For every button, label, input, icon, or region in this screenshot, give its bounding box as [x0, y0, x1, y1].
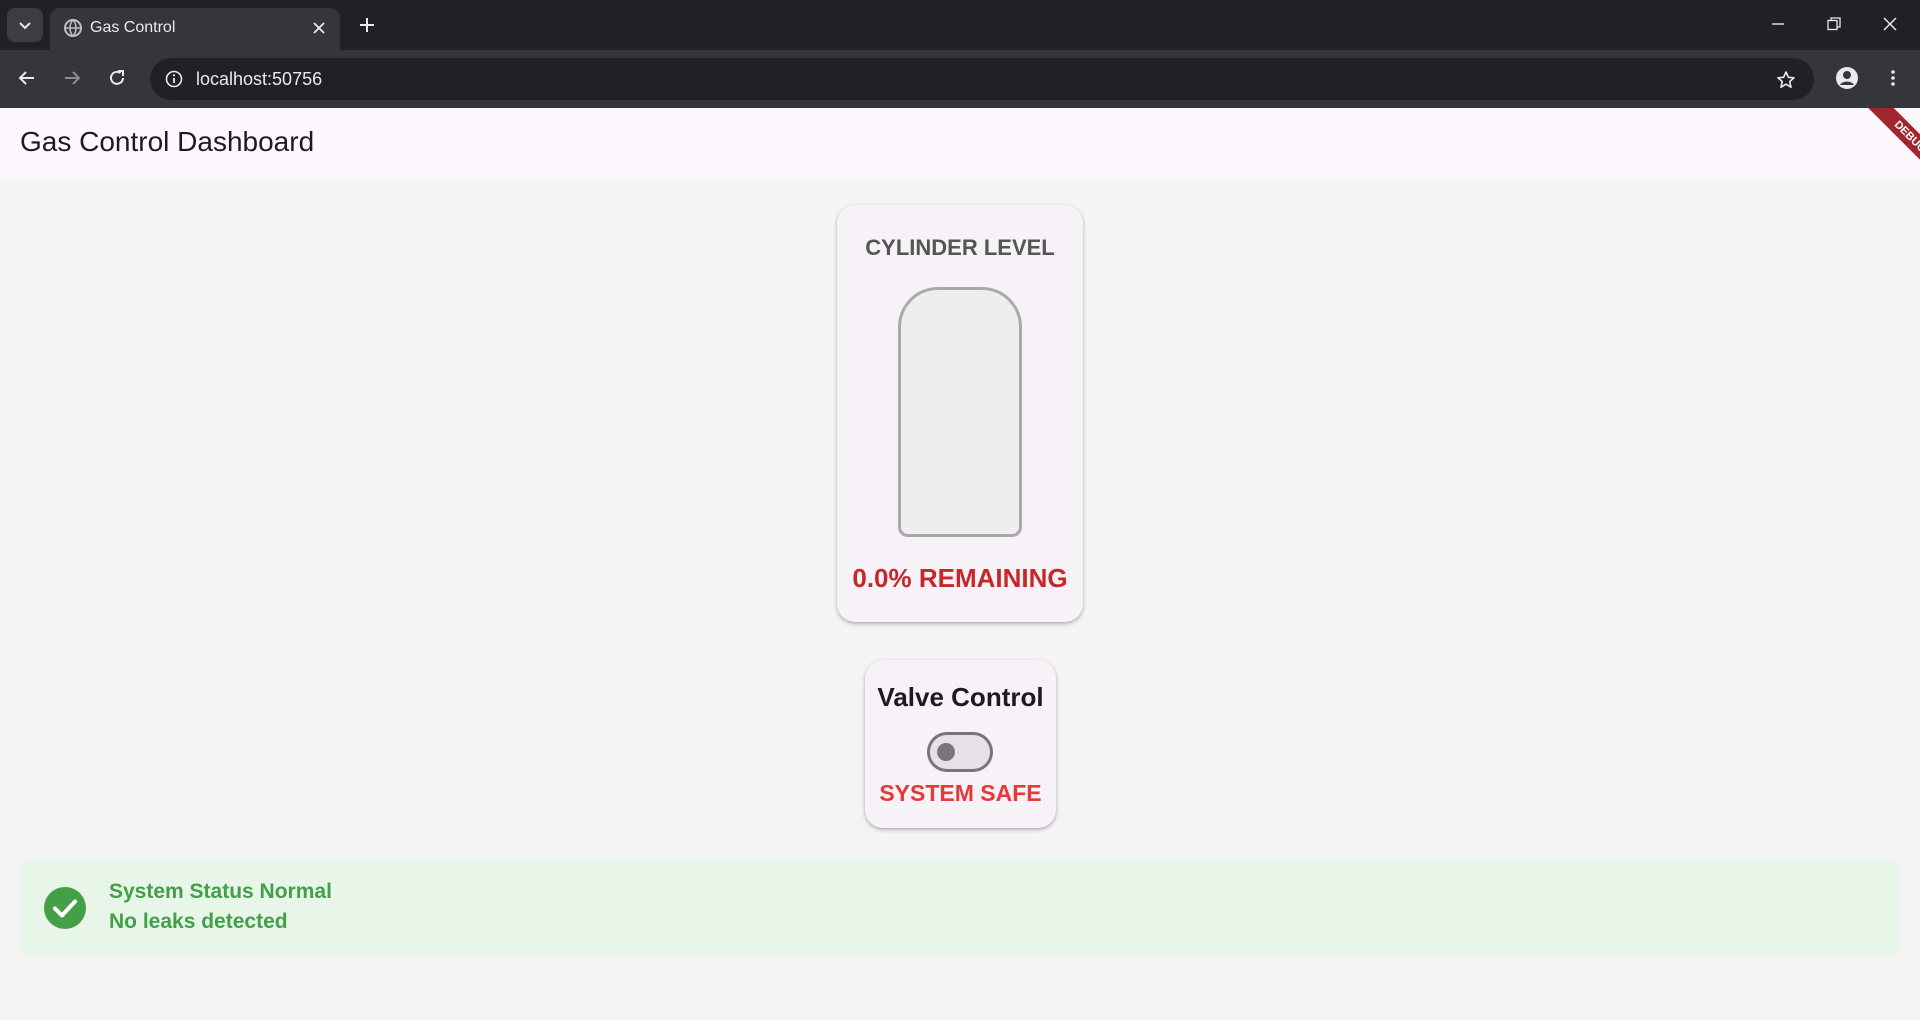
menu-button[interactable]: [1875, 60, 1911, 96]
globe-icon: [64, 19, 82, 37]
check-circle-icon: [44, 887, 86, 929]
debug-banner: DEBUG: [1840, 108, 1920, 188]
switch-thumb: [937, 743, 955, 761]
cylinder-gauge: [898, 287, 1022, 537]
tab-close-button[interactable]: [306, 15, 332, 41]
system-status-banner: System Status Normal No leaks detected: [20, 860, 1900, 956]
valve-toggle-switch[interactable]: [927, 732, 993, 772]
restore-icon: [1827, 17, 1841, 31]
cylinder-remaining-text: 0.0% REMAINING: [852, 563, 1068, 593]
new-tab-button[interactable]: [352, 10, 382, 40]
close-window-button[interactable]: [1864, 4, 1916, 44]
arrow-left-icon: [18, 71, 34, 85]
chevron-down-icon: [19, 22, 31, 30]
minimize-button[interactable]: [1752, 4, 1804, 44]
minimize-icon: [1772, 23, 1784, 25]
star-icon: [1777, 71, 1795, 88]
close-icon: [1883, 17, 1897, 31]
restore-button[interactable]: [1808, 4, 1860, 44]
tab-search-button[interactable]: [7, 8, 43, 42]
back-button[interactable]: [9, 60, 45, 96]
site-info-button[interactable]: [158, 63, 190, 95]
reload-button[interactable]: [99, 60, 135, 96]
cylinder-title: CYLINDER LEVEL: [865, 235, 1055, 260]
browser-tab[interactable]: Gas Control: [50, 8, 340, 50]
address-bar[interactable]: localhost:50756: [150, 58, 1814, 100]
arrow-right-icon: [65, 71, 81, 85]
valve-status-text: SYSTEM SAFE: [879, 780, 1042, 806]
browser-toolbar: localhost:50756: [0, 50, 1920, 108]
browser-tab-strip: Gas Control: [0, 0, 1920, 50]
url-text[interactable]: localhost:50756: [196, 69, 322, 90]
app-bar: Gas Control Dashboard: [0, 108, 1920, 180]
info-icon: [165, 70, 183, 88]
cylinder-level-card: CYLINDER LEVEL 0.0% REMAINING: [837, 205, 1083, 622]
valve-control-card: Valve Control SYSTEM SAFE: [865, 660, 1056, 828]
profile-button[interactable]: [1829, 60, 1865, 96]
bookmark-button[interactable]: [1770, 64, 1802, 96]
debug-label: DEBUG: [1861, 108, 1920, 186]
close-icon: [313, 22, 325, 34]
plus-icon: [360, 18, 374, 32]
forward-button[interactable]: [54, 60, 90, 96]
tab-title: Gas Control: [90, 19, 176, 36]
page-title: Gas Control Dashboard: [20, 126, 315, 157]
status-detail: No leaks detected: [109, 910, 288, 933]
more-vert-icon: [1891, 70, 1895, 86]
reload-icon: [110, 70, 124, 85]
account-icon: [1836, 67, 1858, 89]
status-title: System Status Normal: [109, 880, 332, 903]
valve-title: Valve Control: [877, 682, 1044, 712]
